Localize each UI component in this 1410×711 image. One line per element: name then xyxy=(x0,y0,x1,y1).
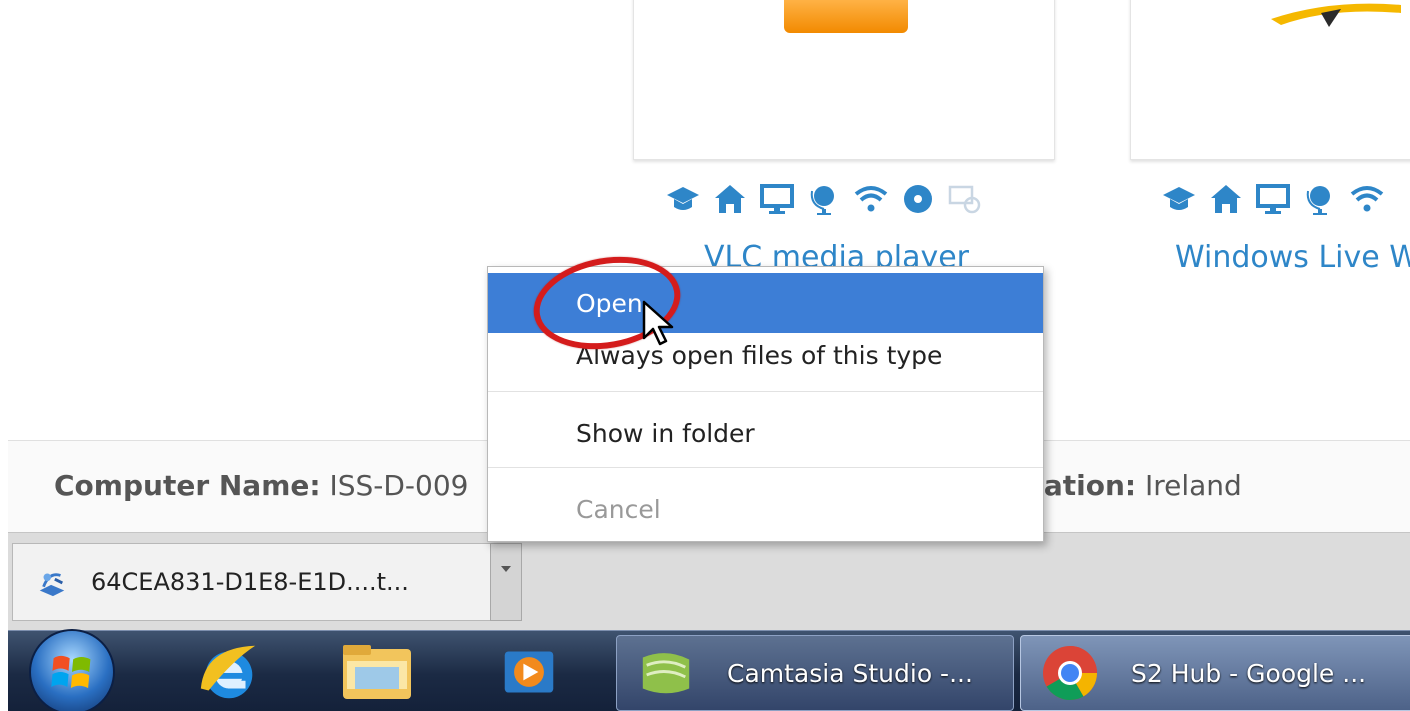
taskbar-button-chrome[interactable]: S2 Hub - Google ... xyxy=(1020,635,1410,711)
location-value: Ireland xyxy=(1136,469,1242,502)
internet-explorer-icon[interactable] xyxy=(184,635,274,709)
home-icon xyxy=(711,180,749,218)
taskbar-label-chrome: S2 Hub - Google ... xyxy=(1131,658,1367,688)
vlc-logo-icon xyxy=(784,0,908,33)
menu-item-cancel: Cancel xyxy=(576,494,661,524)
computer-name-value: ISS-D-009 xyxy=(320,469,469,502)
file-explorer-icon[interactable] xyxy=(332,635,422,709)
app-name-windows-live[interactable]: Windows Live W xyxy=(1175,240,1410,275)
mouse-pointer-icon xyxy=(642,300,674,346)
windows-start-orb-icon xyxy=(29,629,115,711)
wifi-icon xyxy=(1348,180,1386,218)
computer-name-label: Computer Name: xyxy=(54,469,321,502)
monitor-icon xyxy=(1254,180,1292,218)
home-icon xyxy=(1207,180,1245,218)
download-shelf: 64CEA831-D1E8-E1D....t... xyxy=(8,532,1410,630)
chrome-icon xyxy=(1039,642,1101,704)
download-dropdown-button[interactable] xyxy=(490,543,522,621)
screens-sync-icon xyxy=(946,180,984,218)
globe-stand-icon xyxy=(1301,180,1339,218)
taskbar-label-camtasia: Camtasia Studio -... xyxy=(727,658,973,688)
download-file-name: 64CEA831-D1E8-E1D....t... xyxy=(91,568,409,596)
menu-separator xyxy=(488,467,1043,468)
wifi-icon xyxy=(852,180,890,218)
menu-item-show-in-folder[interactable]: Show in folder xyxy=(488,403,1043,463)
graduation-cap-icon xyxy=(1160,180,1198,218)
app-card-windows-live[interactable] xyxy=(1130,0,1410,160)
graduation-cap-icon xyxy=(664,180,702,218)
download-item[interactable]: 64CEA831-D1E8-E1D....t... xyxy=(12,543,490,621)
chevron-down-icon xyxy=(501,566,511,572)
camtasia-icon xyxy=(635,642,697,704)
vlc-feature-icons xyxy=(664,180,984,218)
disc-icon xyxy=(899,180,937,218)
windows-live-logo-icon xyxy=(1271,3,1401,27)
windows-taskbar: Camtasia Studio -... S2 Hub - Google ... xyxy=(8,629,1410,711)
install-package-icon xyxy=(35,565,69,599)
app-card-vlc[interactable] xyxy=(633,0,1055,160)
media-player-icon[interactable] xyxy=(484,635,574,709)
monitor-icon xyxy=(758,180,796,218)
menu-separator xyxy=(488,391,1043,392)
globe-stand-icon xyxy=(805,180,843,218)
windows-live-feature-icons xyxy=(1160,180,1386,218)
start-button[interactable] xyxy=(22,629,122,711)
taskbar-button-camtasia[interactable]: Camtasia Studio -... xyxy=(616,635,1014,711)
computer-name: Computer Name: ISS-D-009 xyxy=(54,469,468,502)
